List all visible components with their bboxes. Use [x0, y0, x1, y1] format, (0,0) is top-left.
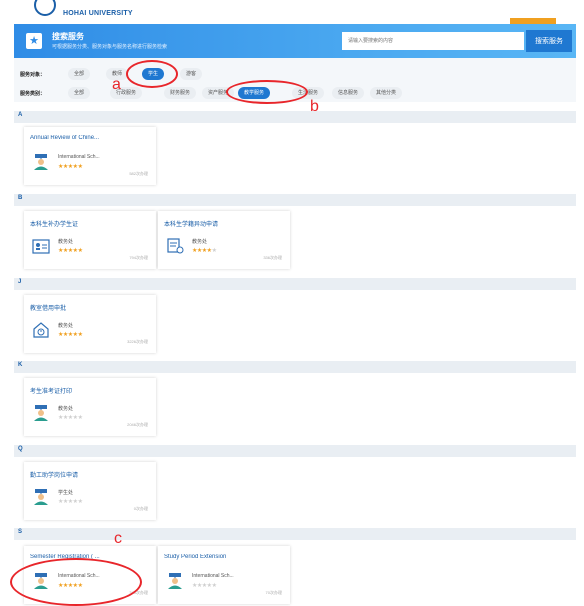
service-card-usage-count: 794次办理	[129, 255, 148, 260]
section-header: J	[14, 278, 576, 290]
section-header: Q	[14, 445, 576, 457]
star-icon: ★	[77, 164, 83, 170]
service-card-usage-count: 0次办理	[133, 506, 148, 511]
section-header: A	[14, 111, 576, 123]
audience-chip[interactable]: 全部	[68, 68, 91, 80]
service-card[interactable]: 教室借用申批教务处 ★★★★★ 3226次办理	[24, 295, 156, 353]
category-chip[interactable]: 全部	[68, 87, 91, 99]
annotation-circle-c	[10, 558, 142, 606]
section-letter: K	[18, 362, 23, 368]
section-letter: S	[18, 529, 23, 535]
service-card[interactable]: Annual Review of Chine... International S…	[24, 127, 156, 185]
service-card[interactable]: Study Period Extension International Sch.…	[158, 546, 290, 604]
search-banner: ★ 搜索服务 可根据服务分类、服务对象与服务名称进行服务检索 搜索服务	[14, 24, 576, 58]
star-icon: ★	[77, 332, 83, 338]
star-icon: ★	[77, 499, 83, 505]
service-card-usage-count: 3226次办理	[127, 339, 148, 344]
service-card-title[interactable]: 考生准考证打印	[30, 386, 150, 395]
section-letter: Q	[18, 446, 23, 452]
service-card-usage-count: 2046次办理	[127, 422, 148, 427]
star-icon: ★	[77, 415, 83, 421]
service-card-department: 教务处	[58, 239, 74, 245]
service-card-department: International Sch...	[192, 573, 234, 579]
service-card-department: 教务处	[192, 239, 208, 245]
audience-filter-label: 服务对象：	[20, 72, 46, 78]
section-letter: J	[18, 279, 22, 285]
annotation-label-b: b	[310, 98, 319, 115]
service-card-department: 教务处	[58, 323, 74, 329]
rating-stars: ★★★★★	[58, 498, 83, 505]
rating-stars: ★★★★★	[58, 414, 83, 421]
section-header: K	[14, 361, 576, 373]
classroom-icon	[32, 321, 50, 339]
service-card-title[interactable]: Annual Review of Chine...	[30, 135, 150, 141]
rating-stars: ★★★★★	[58, 163, 83, 170]
service-card-title[interactable]: 本科生学籍异动申请	[164, 219, 284, 228]
graduate-icon	[166, 572, 184, 590]
top-header: HOHAI UNIVERSITY	[0, 0, 584, 24]
section-letter: B	[18, 195, 23, 201]
star-icon: ★	[211, 248, 217, 254]
annotation-circle-b	[226, 80, 308, 104]
service-card[interactable]: 考生准考证打印教务处 ★★★★★ 2046次办理	[24, 378, 156, 436]
search-banner-subtitle: 可根据服务分类、服务对象与服务名称进行服务检索	[52, 44, 168, 50]
search-input[interactable]	[342, 32, 524, 50]
star-icon: ★	[77, 248, 83, 254]
service-card-usage-count: 70次办理	[265, 590, 282, 595]
graduate-icon	[32, 488, 50, 506]
service-card-title[interactable]: 教室借用申批	[30, 303, 150, 312]
service-card-department: International Sch...	[58, 154, 100, 160]
university-logo	[34, 0, 56, 16]
annotation-label-a: a	[112, 76, 121, 93]
service-card-department: 学生处	[58, 490, 74, 496]
student-status-icon	[166, 237, 184, 255]
category-chip[interactable]: 其他分类	[370, 87, 403, 99]
audience-filter-row: 服务对象： 全部 教师 学生 游客	[14, 68, 576, 82]
category-filter-label: 服务类别：	[20, 91, 46, 97]
service-card[interactable]: 勤工助学岗位申请学生处 ★★★★★ 0次办理	[24, 462, 156, 520]
annotation-circle-a	[126, 60, 178, 88]
graduate-icon	[32, 153, 50, 171]
section-header: S	[14, 528, 576, 540]
rating-stars: ★★★★★	[58, 247, 83, 254]
star-badge-icon: ★	[26, 33, 42, 49]
rating-stars: ★★★★★	[192, 247, 217, 254]
search-banner-title: 搜索服务	[52, 32, 84, 41]
service-card-title[interactable]: 勤工助学岗位申请	[30, 470, 150, 479]
category-chip[interactable]: 信息服务	[332, 87, 365, 99]
service-card[interactable]: 本科生补办学生证教务处 ★★★★★ 794次办理	[24, 211, 156, 269]
service-card-title[interactable]: Study Period Extension	[164, 554, 284, 560]
university-name: HOHAI UNIVERSITY	[63, 10, 133, 17]
service-card-title[interactable]: 本科生补办学生证	[30, 219, 150, 228]
rating-stars: ★★★★★	[192, 582, 217, 589]
id-card-icon	[32, 237, 50, 255]
category-chip[interactable]: 财务服务	[164, 87, 197, 99]
star-icon: ★	[211, 583, 217, 589]
rating-stars: ★★★★★	[58, 331, 83, 338]
section-letter: A	[18, 112, 23, 118]
service-card-usage-count: 336次办理	[263, 255, 282, 260]
service-card-department: 教务处	[58, 406, 74, 412]
graduate-icon	[32, 404, 50, 422]
audience-chip[interactable]: 游客	[180, 68, 203, 80]
service-card[interactable]: 本科生学籍异动申请教务处 ★★★★★ 336次办理	[158, 211, 290, 269]
annotation-label-c: c	[114, 530, 122, 547]
section-header: B	[14, 194, 576, 206]
service-card-usage-count: 582次办理	[129, 171, 148, 176]
search-button[interactable]: 搜索服务	[526, 30, 572, 52]
